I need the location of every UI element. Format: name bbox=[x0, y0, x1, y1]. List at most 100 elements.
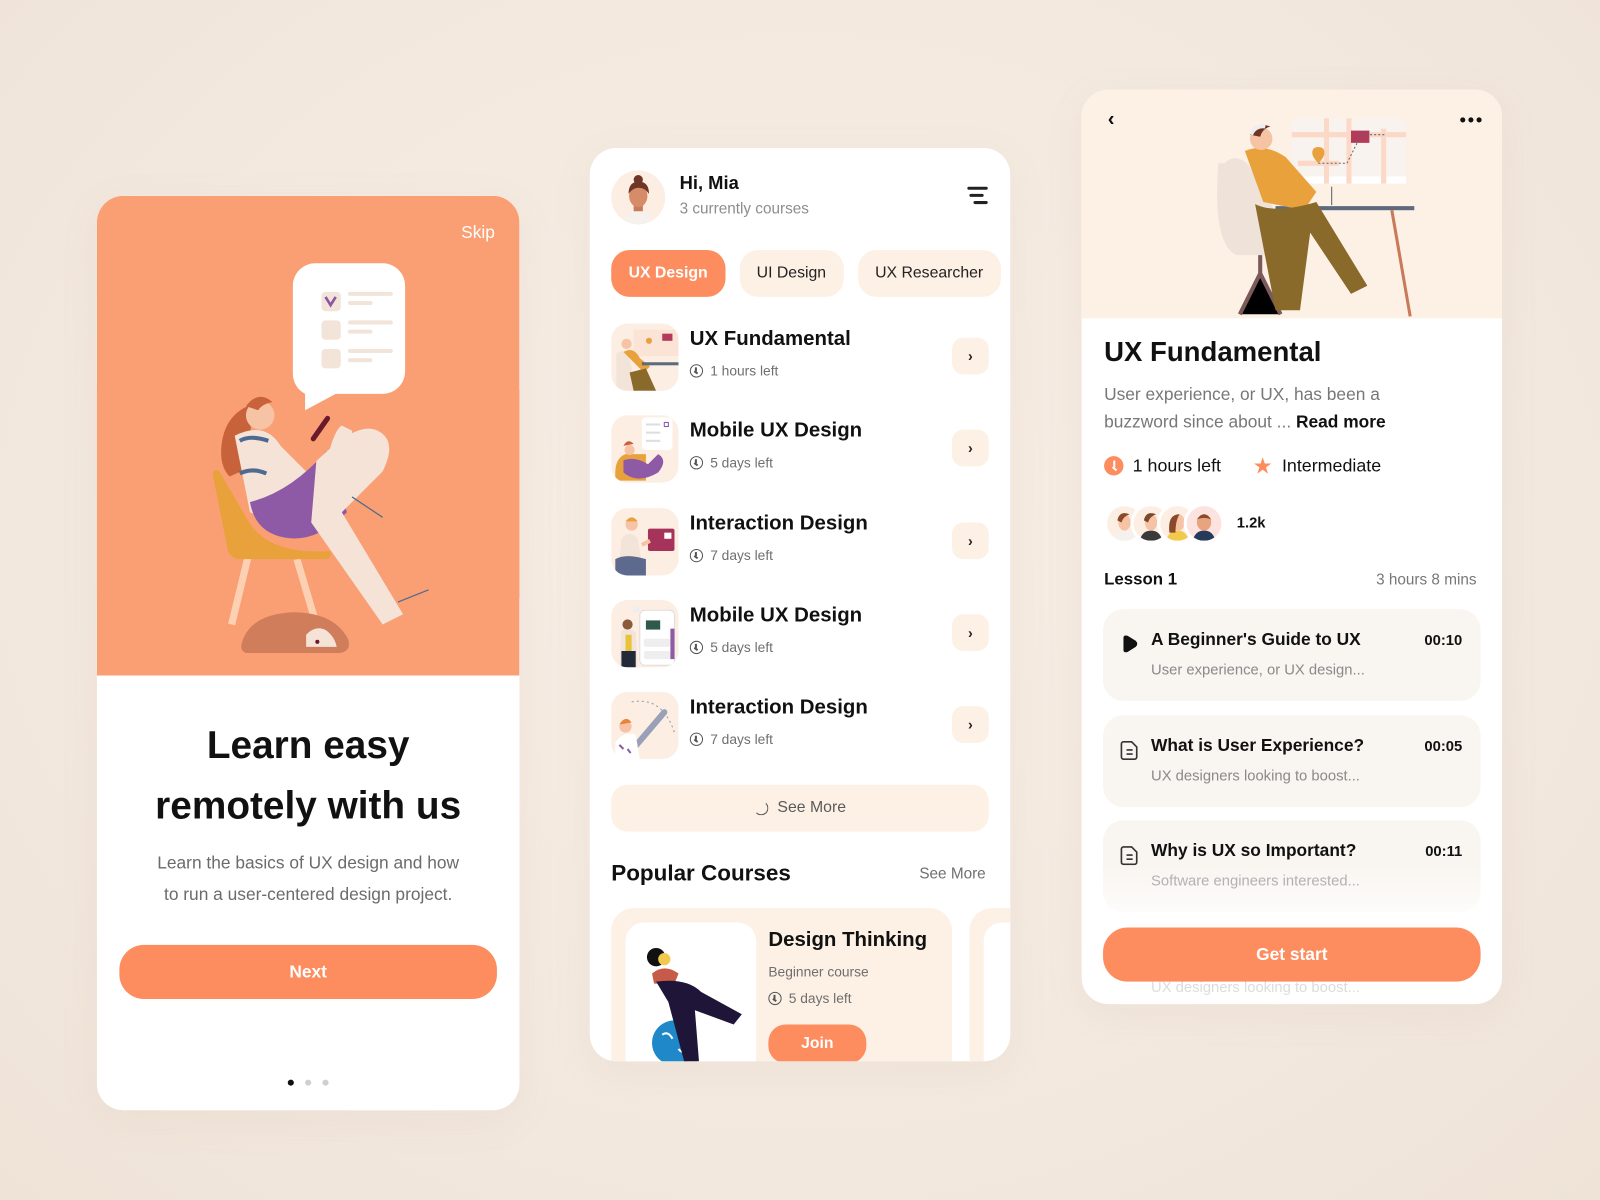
chevron-right-icon: › bbox=[968, 716, 973, 733]
lesson-title: Why is UX so Important? bbox=[1151, 840, 1357, 861]
hidden-lesson-subtitle: UX designers looking to boost... bbox=[1151, 979, 1360, 996]
course-thumbnail bbox=[611, 599, 679, 668]
open-course-button[interactable]: › bbox=[952, 429, 989, 467]
tab-ux-design[interactable]: UX Design bbox=[611, 249, 726, 297]
course-time-left: 1 hours left bbox=[710, 363, 779, 379]
course-illustration bbox=[625, 922, 757, 1062]
lesson-time: 00:05 bbox=[1424, 738, 1463, 756]
clock-icon bbox=[1104, 456, 1124, 476]
skip-button[interactable]: Skip bbox=[461, 222, 495, 242]
get-start-button[interactable]: Get start bbox=[1103, 927, 1481, 982]
popular-course-title: Design Thinking bbox=[768, 928, 928, 952]
document-icon bbox=[1120, 741, 1138, 760]
course-title: Mobile UX Design bbox=[689, 419, 863, 442]
home-screen: Hi, Mia 3 currently courses UX Design UI… bbox=[589, 147, 1011, 1062]
back-button[interactable]: ‹ bbox=[1098, 106, 1125, 133]
more-dots-icon bbox=[1459, 116, 1465, 122]
course-time-left: 7 days left bbox=[710, 731, 774, 747]
lesson-subtitle: UX designers looking to boost... bbox=[1151, 768, 1360, 785]
loading-spinner-icon bbox=[753, 801, 769, 816]
subtitle-line-2: to run a user-centered design project. bbox=[163, 884, 453, 905]
popular-course-card[interactable]: Design Thinking Beginner course 5 days l… bbox=[611, 908, 953, 1062]
course-time-left: 5 days left bbox=[710, 639, 774, 656]
lesson-item[interactable]: What is User Experience? 00:05 UX design… bbox=[1103, 715, 1481, 808]
course-list-item[interactable]: UX Fundamental 1 hours left › bbox=[611, 323, 989, 391]
play-icon bbox=[1123, 635, 1138, 653]
open-course-button[interactable]: › bbox=[952, 706, 989, 743]
course-thumbnail bbox=[611, 508, 679, 576]
chevron-right-icon: › bbox=[968, 347, 973, 365]
popular-course-card-next[interactable] bbox=[969, 908, 1011, 1062]
pagination-dot[interactable] bbox=[287, 1079, 294, 1086]
user-avatar-icon bbox=[623, 174, 654, 225]
lesson-subtitle: Software engineers interested... bbox=[1151, 873, 1360, 890]
see-more-courses-button[interactable]: See More bbox=[611, 784, 989, 832]
popular-courses-heading: Popular Courses bbox=[611, 860, 791, 886]
greeting-subtitle: 3 currently courses bbox=[679, 199, 809, 218]
tab-ux-researcher[interactable]: UX Researcher bbox=[857, 249, 1001, 297]
title-line-2: remotely with us bbox=[155, 784, 462, 828]
stage: Skip Learn easy remotely with us Learn t… bbox=[0, 0, 1600, 1200]
avatar bbox=[1183, 503, 1225, 544]
speech-bubble-icon bbox=[292, 263, 406, 411]
open-course-button[interactable]: › bbox=[952, 337, 989, 375]
course-title: UX Fundamental bbox=[689, 327, 851, 350]
tab-ui-design[interactable]: UI Design bbox=[739, 249, 844, 297]
course-title: Interaction Design bbox=[689, 512, 868, 535]
course-title: UX Fundamental bbox=[1104, 336, 1322, 368]
course-description: User experience, or UX, has been a buzzw… bbox=[1104, 381, 1451, 436]
document-icon bbox=[1120, 846, 1138, 866]
chevron-right-icon: › bbox=[968, 624, 973, 641]
clock-icon bbox=[689, 456, 704, 470]
subtitle-line-1: Learn the basics of UX design and how bbox=[157, 853, 460, 873]
course-list-item[interactable]: Mobile UX Design 5 days left › bbox=[611, 599, 989, 668]
avatar[interactable] bbox=[611, 170, 666, 225]
course-level: Intermediate bbox=[1281, 455, 1382, 476]
clock-icon bbox=[689, 732, 704, 746]
lesson-title: A Beginner's Guide to UX bbox=[1151, 629, 1361, 649]
read-more-link[interactable]: Read more bbox=[1296, 412, 1386, 431]
course-list-item[interactable]: Interaction Design 7 days left › bbox=[611, 508, 989, 576]
lesson-time: 00:11 bbox=[1425, 843, 1463, 861]
pagination-dot[interactable] bbox=[305, 1079, 312, 1086]
chevron-left-icon: ‹ bbox=[1107, 108, 1115, 131]
next-button[interactable]: Next bbox=[119, 944, 497, 999]
star-icon: ★ bbox=[1252, 453, 1273, 479]
detail-hero: ‹ bbox=[1081, 89, 1503, 319]
pagination-dots bbox=[97, 1079, 519, 1086]
pagination-dot[interactable] bbox=[322, 1079, 329, 1086]
title-line-1: Learn easy bbox=[206, 724, 410, 768]
course-list-item[interactable]: Interaction Design 7 days left › bbox=[611, 691, 989, 760]
open-course-button[interactable]: › bbox=[952, 614, 989, 652]
course-thumbnail bbox=[611, 323, 679, 391]
category-tabs: UX Design UI Design UX Researcher bbox=[611, 249, 1001, 297]
join-button[interactable]: Join bbox=[768, 1024, 867, 1062]
lesson-item[interactable]: A Beginner's Guide to UX 00:10 User expe… bbox=[1103, 609, 1481, 702]
popular-course-time-left: 5 days left bbox=[788, 990, 852, 1007]
clock-icon bbox=[768, 991, 782, 1006]
popular-course-level: Beginner course bbox=[768, 964, 869, 980]
filter-menu-icon bbox=[967, 186, 988, 190]
onboarding-screen: Skip Learn easy remotely with us Learn t… bbox=[96, 195, 520, 1111]
course-title: Interaction Design bbox=[689, 695, 868, 719]
lesson-title: What is User Experience? bbox=[1151, 735, 1365, 756]
onboarding-title: Learn easy remotely with us bbox=[97, 716, 519, 836]
course-time-left: 5 days left bbox=[710, 455, 774, 471]
course-title: Mobile UX Design bbox=[689, 604, 863, 627]
more-options-button[interactable] bbox=[1455, 106, 1486, 133]
course-list-item[interactable]: Mobile UX Design 5 days left › bbox=[611, 415, 989, 483]
course-detail-screen: ‹ UX Fundamental User experience, or UX,… bbox=[1081, 89, 1503, 1005]
course-thumbnail bbox=[611, 415, 679, 483]
lesson-item[interactable]: Why is UX so Important? 00:11 Software e… bbox=[1103, 820, 1481, 913]
clock-icon bbox=[689, 548, 704, 563]
popular-see-more-link[interactable]: See More bbox=[919, 865, 985, 882]
course-stats: 1 hours left ★ Intermediate bbox=[1104, 453, 1382, 479]
filter-menu-button[interactable] bbox=[965, 185, 992, 209]
lesson-heading: Lesson 1 bbox=[1104, 570, 1178, 589]
open-course-button[interactable]: › bbox=[952, 522, 989, 560]
lesson-subtitle: User experience, or UX design... bbox=[1151, 662, 1365, 679]
chevron-right-icon: › bbox=[968, 532, 973, 549]
greeting: Hi, Mia bbox=[679, 172, 739, 193]
enrolled-count: 1.2k bbox=[1236, 515, 1266, 532]
enrolled-avatars[interactable]: 1.2k bbox=[1104, 503, 1266, 544]
